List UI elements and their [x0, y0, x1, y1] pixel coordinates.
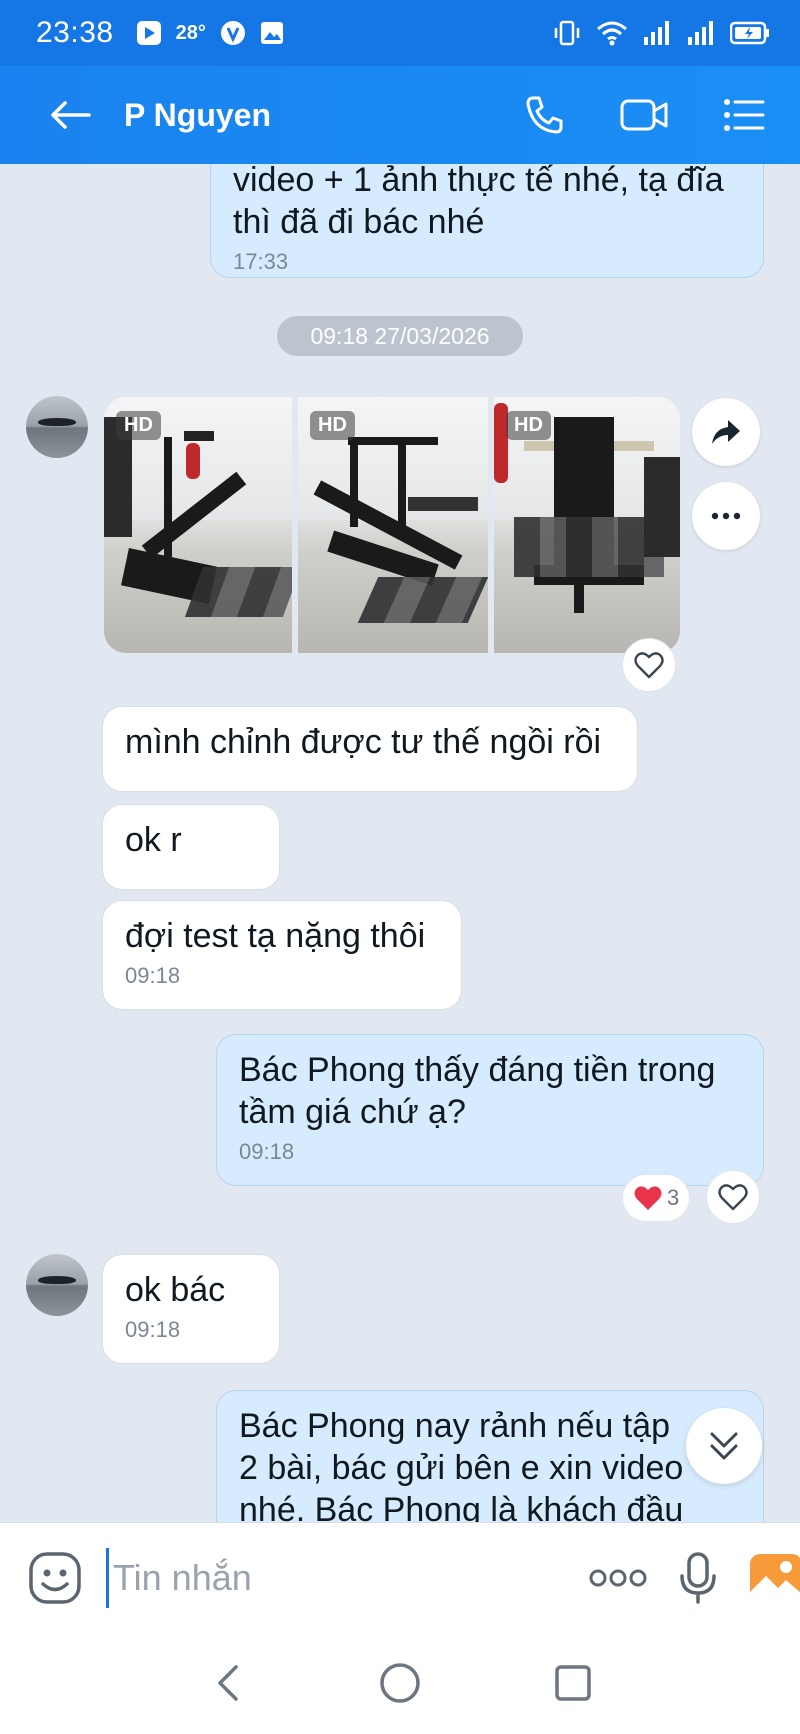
- react-button[interactable]: [706, 1170, 760, 1224]
- photo-detail: [357, 577, 488, 623]
- voice-button[interactable]: [678, 1548, 718, 1608]
- gallery-icon: [750, 1553, 800, 1602]
- message-text-line: Bác Phong thấy đáng tiền trong: [239, 1051, 716, 1089]
- reaction-summary[interactable]: 3: [622, 1174, 691, 1222]
- more-options-button[interactable]: [692, 482, 760, 550]
- message-incoming[interactable]: ok bác 09:18: [102, 1254, 280, 1364]
- heart-outline-icon: [718, 1184, 748, 1211]
- chevron-double-down-icon: [710, 1432, 738, 1460]
- system-nav-bar: [0, 1632, 800, 1734]
- message-time: 17:33: [233, 249, 289, 274]
- vibrate-icon: [552, 18, 582, 48]
- message-input[interactable]: [106, 1547, 578, 1608]
- message-text-line: nhé. Bác Phong là khách đầu: [239, 1491, 684, 1522]
- contact-name[interactable]: P Nguyen: [124, 97, 271, 134]
- message-text-line: thì đã đi bác nhé: [233, 203, 485, 241]
- message-input-bar: [0, 1522, 800, 1632]
- photo-detail: [184, 567, 292, 617]
- hd-badge: HD: [116, 411, 161, 440]
- nav-home-button[interactable]: [370, 1653, 430, 1713]
- status-icons-right: [552, 18, 770, 48]
- message-incoming[interactable]: đợi test tạ nặng thôi 09:18: [102, 900, 462, 1010]
- gym-photo[interactable]: HD: [104, 397, 292, 653]
- menu-icon: [724, 99, 765, 131]
- image-icon: [260, 21, 284, 45]
- more-horizontal-icon: [589, 1569, 647, 1586]
- message-text-line: tầm giá chứ ạ?: [239, 1093, 466, 1131]
- sticker-button[interactable]: [28, 1548, 82, 1608]
- message-text: đợi test tạ nặng thôi: [125, 917, 426, 955]
- nav-recents-button[interactable]: [543, 1653, 603, 1713]
- share-arrow-icon: [712, 420, 740, 444]
- battery-icon: [730, 21, 770, 45]
- message-time: 09:18: [125, 963, 181, 988]
- message-text: ok r: [125, 821, 182, 859]
- video-call-icon: [620, 99, 668, 131]
- photo-detail: [398, 441, 406, 531]
- date-separator: 09:18 27/03/2026: [277, 316, 523, 356]
- scroll-to-bottom-button[interactable]: [686, 1408, 762, 1484]
- hd-badge: HD: [310, 411, 355, 440]
- heart-outline-icon: [634, 652, 664, 679]
- photo-detail: [574, 583, 584, 613]
- message-incoming[interactable]: ok r: [102, 804, 280, 890]
- status-time: 23:38: [36, 16, 114, 49]
- photo-detail: [348, 437, 438, 445]
- message-time: 09:18: [239, 1139, 295, 1164]
- reaction-count: 3: [667, 1185, 680, 1210]
- react-button[interactable]: [622, 638, 676, 692]
- temperature-label: 28°: [175, 21, 206, 44]
- gym-photo[interactable]: HD: [298, 397, 488, 653]
- message-outgoing[interactable]: Bác Phong thấy đáng tiền trong tầm giá c…: [216, 1034, 764, 1186]
- chat-messages[interactable]: video + 1 ảnh thực tế nhé, tạ đĩa thì đã…: [0, 164, 800, 1522]
- forward-button[interactable]: [692, 398, 760, 466]
- photo-detail: [184, 431, 214, 441]
- photo-message[interactable]: HD HD HD: [104, 397, 680, 653]
- wifi-icon: [596, 19, 628, 47]
- gallery-button[interactable]: [748, 1548, 800, 1608]
- nav-back-button[interactable]: [197, 1653, 257, 1713]
- chat-header: P Nguyen: [0, 66, 800, 164]
- message-incoming[interactable]: mình chỉnh được tư thế ngồi rồi: [102, 706, 638, 792]
- message-outgoing[interactable]: Bác Phong nay rảnh nếu tập 2 bài, bác gử…: [216, 1390, 764, 1522]
- avatar[interactable]: [26, 396, 88, 458]
- video-call-button[interactable]: [618, 89, 670, 141]
- photo-detail: [514, 517, 664, 577]
- signal-icon-2: [686, 19, 716, 47]
- heart-filled-icon: [634, 1186, 662, 1210]
- header-actions: [518, 89, 770, 141]
- status-icons-left: 28°: [136, 20, 284, 46]
- recents-square-icon: [555, 1665, 592, 1701]
- status-bar: 23:38 28°: [0, 0, 800, 66]
- message-time: 09:18: [125, 1317, 181, 1342]
- emoji-icon: [29, 1551, 81, 1604]
- message-outgoing[interactable]: video + 1 ảnh thực tế nhé, tạ đĩa thì đã…: [210, 164, 764, 278]
- more-icon: [711, 512, 741, 520]
- phone-icon: [526, 96, 563, 134]
- message-text-line: video + 1 ảnh thực tế nhé, tạ đĩa: [233, 164, 724, 199]
- photo-detail: [408, 497, 478, 511]
- photo-detail: [186, 443, 200, 479]
- options-menu-button[interactable]: [718, 89, 770, 141]
- avatar[interactable]: [26, 1254, 88, 1316]
- chevron-left-icon: [217, 1665, 238, 1701]
- microphone-icon: [680, 1551, 716, 1604]
- signal-icon: [642, 19, 672, 47]
- message-text: mình chỉnh được tư thế ngồi rồi: [125, 723, 602, 761]
- message-text-line: Bác Phong nay rảnh nếu tập: [239, 1407, 670, 1445]
- gym-photo[interactable]: HD: [494, 397, 680, 653]
- photo-detail: [644, 457, 680, 557]
- home-circle-icon: [380, 1663, 420, 1703]
- message-text-line: 2 bài, bác gửi bên e xin video: [239, 1449, 684, 1487]
- vpn-icon: [220, 20, 246, 46]
- arrow-left-icon: [51, 101, 91, 129]
- back-button[interactable]: [46, 91, 94, 139]
- media-icon: [136, 20, 162, 46]
- more-actions-button[interactable]: [588, 1548, 648, 1608]
- hd-badge: HD: [506, 411, 551, 440]
- message-text: ok bác: [125, 1271, 226, 1309]
- call-button[interactable]: [518, 89, 570, 141]
